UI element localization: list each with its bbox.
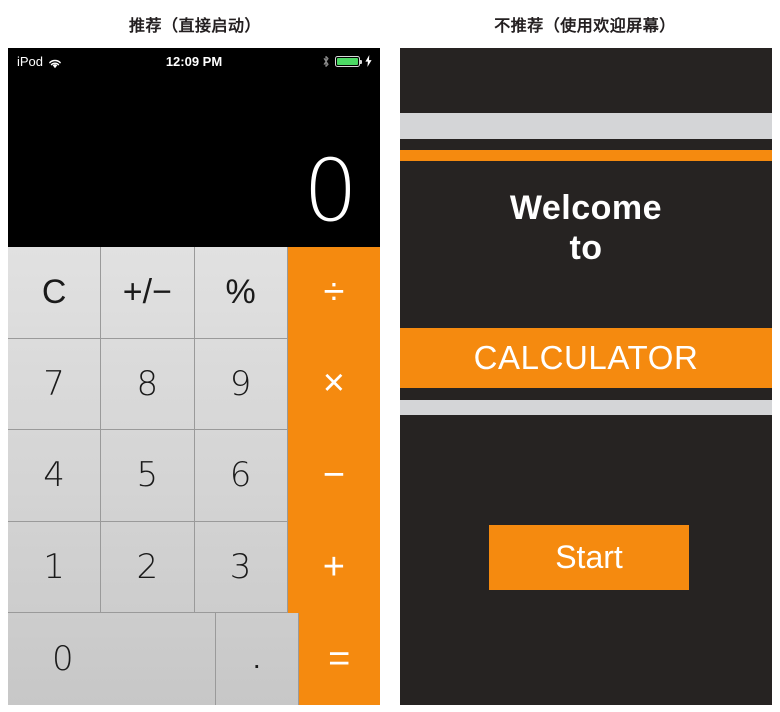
keypad-row: 7 8 9 × [8, 338, 380, 431]
decorative-band-orange-top [400, 150, 772, 161]
key-divide[interactable]: ÷ [287, 247, 380, 339]
key-8[interactable]: 8 [101, 338, 195, 431]
key-6[interactable]: 6 [194, 430, 288, 522]
keypad-row: 4 5 6 − [8, 430, 380, 522]
app-name-label: CALCULATOR [473, 339, 699, 376]
lightning-bolt-icon [365, 55, 372, 67]
welcome-heading: Welcome to [400, 188, 772, 268]
key-sign-toggle[interactable]: +/− [101, 247, 195, 339]
key-9[interactable]: 9 [194, 338, 288, 431]
key-2[interactable]: 2 [101, 521, 195, 614]
keypad-row: C +/− % ÷ [8, 247, 380, 339]
calculator-display: 0 [8, 74, 380, 247]
start-button[interactable]: Start [489, 525, 689, 590]
display-value: 0 [303, 141, 358, 242]
caption-left: 推荐（直接启动） [128, 18, 261, 35]
key-5[interactable]: 5 [101, 430, 195, 522]
key-3[interactable]: 3 [194, 521, 288, 614]
key-7[interactable]: 7 [8, 338, 102, 431]
key-clear[interactable]: C [8, 247, 102, 339]
keypad-row: 0 . = [8, 613, 380, 705]
caption-row: 推荐（直接启动） 不推荐（使用欢迎屏幕） [0, 0, 780, 48]
key-percent[interactable]: % [194, 247, 288, 339]
welcome-line-2: to [569, 229, 603, 268]
key-decimal[interactable]: . [216, 613, 299, 705]
key-add[interactable]: + [287, 521, 380, 614]
app-name-band: CALCULATOR [400, 328, 772, 388]
key-multiply[interactable]: × [287, 338, 380, 431]
welcome-line-1: Welcome [509, 189, 663, 227]
keypad-row: 1 2 3 + [8, 521, 380, 614]
battery-icon [335, 55, 362, 67]
calculator-keypad: C +/− % ÷ 7 8 9 × 4 5 6 − 1 2 3 + 0 . = [8, 247, 380, 705]
phone-screen-calculator: iPod 12:09 PM 0 C +/− % ÷ 7 8 9 × 4 5 6 … [8, 48, 380, 705]
key-equals[interactable]: = [298, 613, 380, 705]
key-1[interactable]: 1 [8, 521, 102, 614]
decorative-band-gray-middle [400, 400, 772, 415]
bluetooth-icon [322, 55, 330, 68]
phone-screen-welcome: Welcome to CALCULATOR Start [400, 48, 772, 705]
status-bar-right [322, 55, 372, 68]
key-0[interactable]: 0 [8, 613, 216, 705]
key-subtract[interactable]: − [287, 430, 380, 522]
key-4[interactable]: 4 [8, 430, 102, 522]
battery-fill [337, 57, 358, 65]
start-button-label: Start [555, 539, 623, 575]
status-bar: iPod 12:09 PM [8, 48, 380, 74]
caption-right: 不推荐（使用欢迎屏幕） [494, 18, 676, 35]
decorative-band-gray-top [400, 113, 772, 139]
